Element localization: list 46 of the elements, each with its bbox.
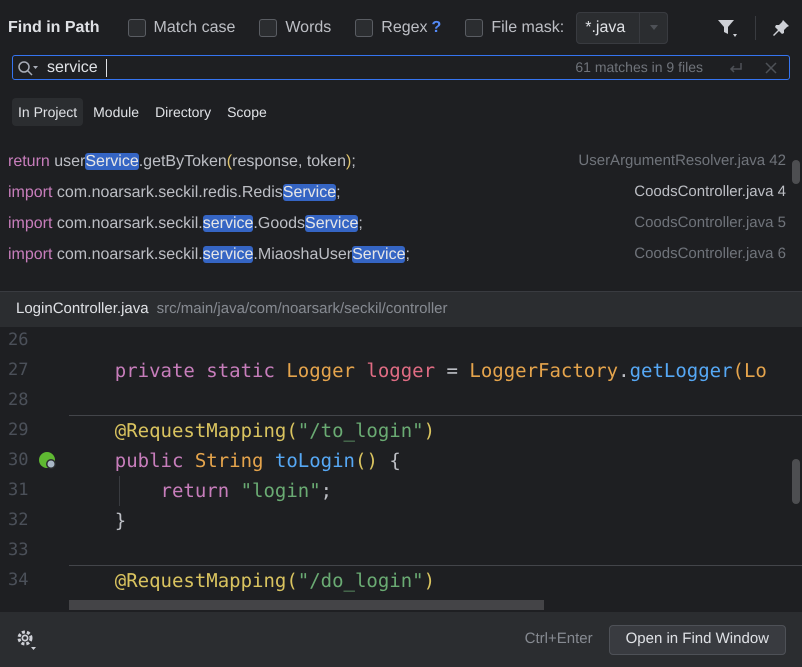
scope-tab[interactable]: Scope bbox=[221, 98, 273, 126]
code-line: @RequestMapping("/do_login") bbox=[114, 568, 436, 594]
checkbox[interactable] bbox=[465, 18, 484, 36]
shortcut-hint: Ctrl+Enter bbox=[524, 629, 593, 650]
option-label[interactable]: Match case bbox=[154, 16, 236, 40]
result-text[interactable]: import com.noarsark.seckil.redis.RedisService; bbox=[8, 180, 341, 204]
scope-tab[interactable]: In Project bbox=[12, 98, 84, 126]
code-line: private static Logger logger = LoggerFactory.getLogger(Lo bbox=[114, 358, 767, 384]
horizontal-scrollbar[interactable] bbox=[69, 600, 544, 610]
bean-icon[interactable] bbox=[38, 451, 58, 471]
option-label[interactable]: File mask: bbox=[491, 16, 564, 40]
result-text[interactable]: import com.noarsark.seckil.service.GoodsService; bbox=[8, 212, 363, 236]
code-line: return "login"; bbox=[160, 478, 332, 504]
result-file: CoodsController.java 5 bbox=[633, 213, 786, 234]
clear-icon[interactable] bbox=[765, 62, 777, 74]
code-line: @RequestMapping("/to_login") bbox=[114, 418, 436, 444]
file-mask-combo[interactable]: *.java bbox=[576, 12, 668, 44]
filter-icon[interactable] bbox=[717, 18, 739, 38]
result-text[interactable]: return userService.getByToken(response, token); bbox=[8, 150, 356, 174]
code-line: public String toLogin() { bbox=[114, 448, 401, 474]
option-label[interactable]: Words bbox=[285, 16, 332, 40]
result-file: CoodsController.java 6 bbox=[633, 244, 786, 264]
open-in-find-window-button[interactable]: Open in Find Window bbox=[608, 624, 786, 654]
scrollbar-thumb[interactable] bbox=[792, 160, 800, 184]
result-file: UserArgumentResolver.java 42 bbox=[577, 151, 786, 172]
code-line: } bbox=[114, 508, 126, 534]
result-file: CoodsController.java 4 bbox=[633, 182, 786, 202]
checkbox[interactable] bbox=[355, 18, 374, 36]
help-link[interactable]: ? bbox=[432, 16, 442, 40]
scope-tab[interactable]: Directory bbox=[149, 98, 218, 126]
search-icon bbox=[17, 60, 39, 76]
settings-icon[interactable] bbox=[16, 628, 38, 650]
search-field[interactable]: service 61 matches in 9 files bbox=[12, 55, 790, 80]
checkbox[interactable] bbox=[259, 18, 278, 36]
scope-tab[interactable]: Module bbox=[87, 98, 146, 126]
match-count: 61 matches in 9 files bbox=[575, 58, 703, 77]
file-path: src/main/java/com/noarsark/seckil/controller bbox=[156, 299, 448, 320]
file-name: LoginController.java bbox=[16, 299, 149, 320]
wrap-icon[interactable] bbox=[727, 60, 745, 74]
checkbox[interactable] bbox=[128, 18, 146, 36]
dropdown-icon bbox=[650, 25, 658, 30]
option-label[interactable]: Regex bbox=[381, 16, 428, 40]
pin-icon[interactable] bbox=[772, 18, 790, 36]
result-text[interactable]: import com.noarsark.seckil.service.MiaoshaUserService; bbox=[8, 242, 410, 266]
dialog-title: Find in Path bbox=[8, 18, 100, 38]
vertical-scrollbar[interactable] bbox=[792, 459, 800, 504]
